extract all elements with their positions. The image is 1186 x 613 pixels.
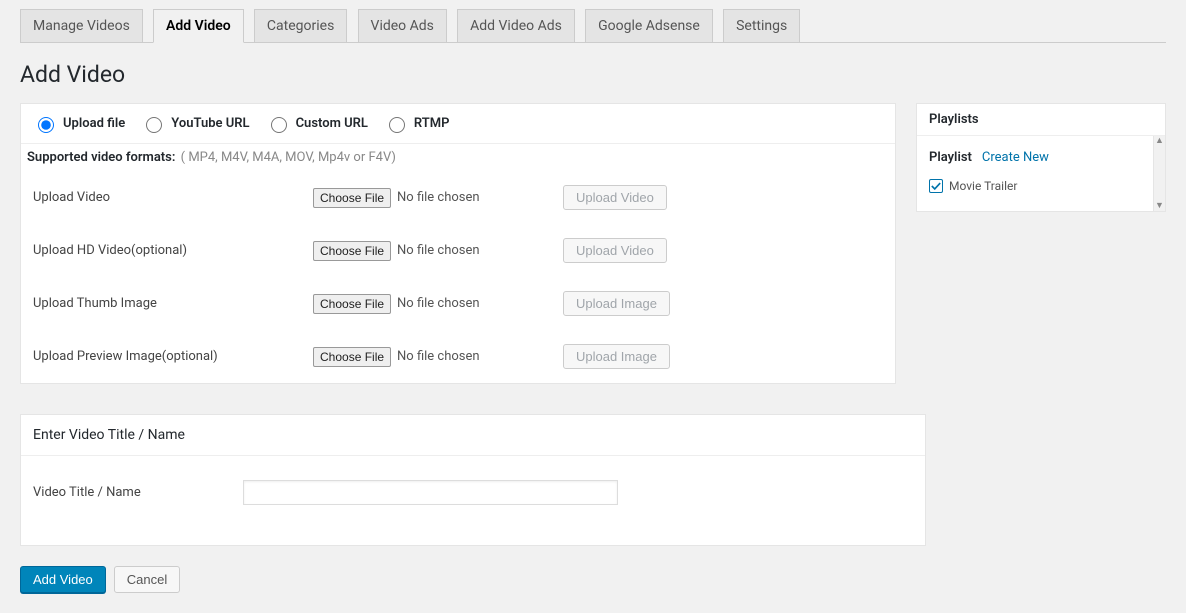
add-video-button[interactable]: Add Video xyxy=(20,566,106,593)
upload-panel: Upload file YouTube URL Custom URL RTMP xyxy=(20,103,896,384)
upload-hd-video-button[interactable]: Upload Video xyxy=(563,238,667,263)
supported-formats-lead: Supported video formats: xyxy=(27,150,175,165)
upload-hd-video-label: Upload HD Video(optional) xyxy=(33,243,313,258)
video-title-input[interactable] xyxy=(243,480,618,505)
playlist-item-label: Movie Trailer xyxy=(949,179,1017,193)
upload-row-thumb: Upload Thumb Image Choose File No file c… xyxy=(21,277,895,330)
title-panel: Enter Video Title / Name Video Title / N… xyxy=(20,414,926,546)
file-status-thumb: No file chosen xyxy=(397,296,480,311)
radio-youtube-url-input[interactable] xyxy=(146,117,162,133)
playlists-scrollbar[interactable]: ▲ ▼ xyxy=(1153,136,1165,211)
playlist-item[interactable]: Movie Trailer xyxy=(929,179,1153,193)
radio-upload-file-input[interactable] xyxy=(38,117,54,133)
upload-thumb-label: Upload Thumb Image xyxy=(33,296,313,311)
cancel-button[interactable]: Cancel xyxy=(114,566,180,593)
radio-youtube-url-label: YouTube URL xyxy=(171,116,249,131)
scroll-up-icon[interactable]: ▲ xyxy=(1155,136,1164,146)
scroll-down-icon[interactable]: ▼ xyxy=(1155,201,1164,211)
radio-custom-url[interactable]: Custom URL xyxy=(266,114,368,133)
radio-custom-url-label: Custom URL xyxy=(296,116,368,131)
create-new-link[interactable]: Create New xyxy=(982,150,1049,165)
title-panel-header: Enter Video Title / Name xyxy=(21,415,925,456)
choose-file-thumb[interactable]: Choose File xyxy=(313,294,391,314)
source-type-row: Upload file YouTube URL Custom URL RTMP xyxy=(21,104,895,144)
upload-preview-label: Upload Preview Image(optional) xyxy=(33,349,313,364)
upload-row-preview: Upload Preview Image(optional) Choose Fi… xyxy=(21,330,895,383)
upload-video-label: Upload Video xyxy=(33,190,313,205)
radio-rtmp-label: RTMP xyxy=(414,116,450,131)
choose-file-video[interactable]: Choose File xyxy=(313,188,391,208)
upload-video-button[interactable]: Upload Video xyxy=(563,185,667,210)
radio-upload-file-label: Upload file xyxy=(63,116,125,131)
radio-rtmp-input[interactable] xyxy=(389,117,405,133)
upload-row-video: Upload Video Choose File No file chosen … xyxy=(21,171,895,224)
playlist-item-checkbox[interactable] xyxy=(929,179,943,193)
supported-formats: Supported video formats: ( MP4, M4V, M4A… xyxy=(21,144,895,171)
supported-formats-list: ( MP4, M4V, M4A, MOV, Mp4v or F4V) xyxy=(181,150,396,165)
file-status-video: No file chosen xyxy=(397,190,480,205)
tab-manage-videos[interactable]: Manage Videos xyxy=(20,9,143,42)
nav-tabs: Manage Videos Add Video Categories Video… xyxy=(20,0,1166,43)
upload-preview-button[interactable]: Upload Image xyxy=(563,344,670,369)
checkmark-icon xyxy=(931,181,941,191)
radio-upload-file[interactable]: Upload file xyxy=(33,114,125,133)
tab-categories[interactable]: Categories xyxy=(254,9,347,42)
playlists-panel: Playlists Playlist Create New Movie Trai… xyxy=(916,103,1166,212)
upload-thumb-button[interactable]: Upload Image xyxy=(563,291,670,316)
file-status-hd-video: No file chosen xyxy=(397,243,480,258)
tab-add-video-ads[interactable]: Add Video Ads xyxy=(457,9,575,42)
radio-youtube-url[interactable]: YouTube URL xyxy=(141,114,249,133)
tab-video-ads[interactable]: Video Ads xyxy=(358,9,447,42)
tab-add-video[interactable]: Add Video xyxy=(153,9,244,43)
playlist-create-line: Playlist Create New xyxy=(929,150,1153,165)
radio-custom-url-input[interactable] xyxy=(271,117,287,133)
upload-row-hd-video: Upload HD Video(optional) Choose File No… xyxy=(21,224,895,277)
video-title-label: Video Title / Name xyxy=(33,485,243,500)
file-status-preview: No file chosen xyxy=(397,349,480,364)
bottom-actions: Add Video Cancel xyxy=(20,566,896,593)
playlists-header: Playlists xyxy=(917,104,1165,136)
tab-settings[interactable]: Settings xyxy=(723,9,800,42)
radio-rtmp[interactable]: RTMP xyxy=(384,114,450,133)
choose-file-preview[interactable]: Choose File xyxy=(313,347,391,367)
choose-file-hd-video[interactable]: Choose File xyxy=(313,241,391,261)
tab-google-adsense[interactable]: Google Adsense xyxy=(585,9,713,42)
page-title: Add Video xyxy=(20,61,1166,88)
playlist-label: Playlist xyxy=(929,150,972,165)
